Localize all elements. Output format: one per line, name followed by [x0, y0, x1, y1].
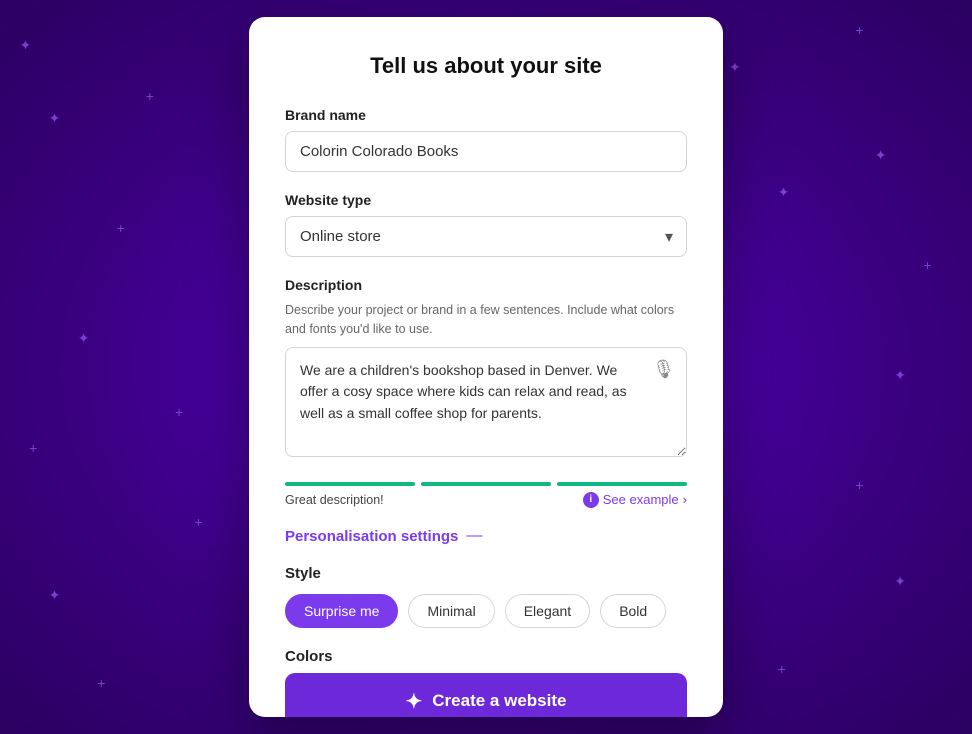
quality-row: Great description! i See example › [285, 492, 687, 508]
collapse-icon: — [466, 528, 482, 544]
brand-name-label: Brand name [285, 107, 687, 123]
create-button-label: Create a website [432, 691, 566, 711]
style-surprise-me-button[interactable]: Surprise me [285, 594, 398, 628]
description-textarea-wrapper: We are a children's bookshop based in De… [285, 347, 687, 462]
style-section: Style Surprise me Minimal Elegant Bold [285, 565, 687, 628]
style-options: Surprise me Minimal Elegant Bold [285, 594, 687, 628]
sparkle-icon: ✦ [406, 689, 423, 714]
create-website-button[interactable]: ✦ Create a website [285, 673, 687, 718]
style-minimal-button[interactable]: Minimal [408, 594, 494, 628]
see-example-link[interactable]: i See example › [583, 492, 687, 508]
brand-name-input[interactable] [285, 131, 687, 172]
progress-bars [285, 482, 687, 486]
description-textarea[interactable]: We are a children's bookshop based in De… [285, 347, 687, 457]
website-type-select[interactable]: Online store Portfolio Blog Landing page [285, 216, 687, 257]
description-hint: Describe your project or brand in a few … [285, 301, 687, 339]
description-group: Description Describe your project or bra… [285, 277, 687, 462]
website-type-group: Website type Online store Portfolio Blog… [285, 192, 687, 257]
style-bold-button[interactable]: Bold [600, 594, 666, 628]
style-elegant-button[interactable]: Elegant [505, 594, 590, 628]
progress-bar-1 [285, 482, 415, 486]
personalisation-settings-toggle[interactable]: Personalisation settings — [285, 528, 687, 545]
brand-name-group: Brand name [285, 107, 687, 172]
progress-bar-2 [421, 482, 551, 486]
see-example-chevron: › [683, 492, 687, 507]
see-example-text: See example [603, 492, 679, 507]
colors-label: Colors [285, 648, 687, 665]
personalisation-label: Personalisation settings [285, 528, 458, 545]
main-card: Tell us about your site Brand name Websi… [249, 17, 723, 717]
info-icon: i [583, 492, 599, 508]
quality-section: Great description! i See example › [285, 482, 687, 508]
description-label: Description [285, 277, 687, 293]
quality-label: Great description! [285, 493, 384, 507]
microphone-icon[interactable]: 🎙 [652, 359, 675, 380]
style-section-label: Style [285, 565, 687, 582]
website-type-label: Website type [285, 192, 687, 208]
website-type-select-wrapper: Online store Portfolio Blog Landing page… [285, 216, 687, 257]
progress-bar-3 [557, 482, 687, 486]
card-title: Tell us about your site [285, 53, 687, 79]
